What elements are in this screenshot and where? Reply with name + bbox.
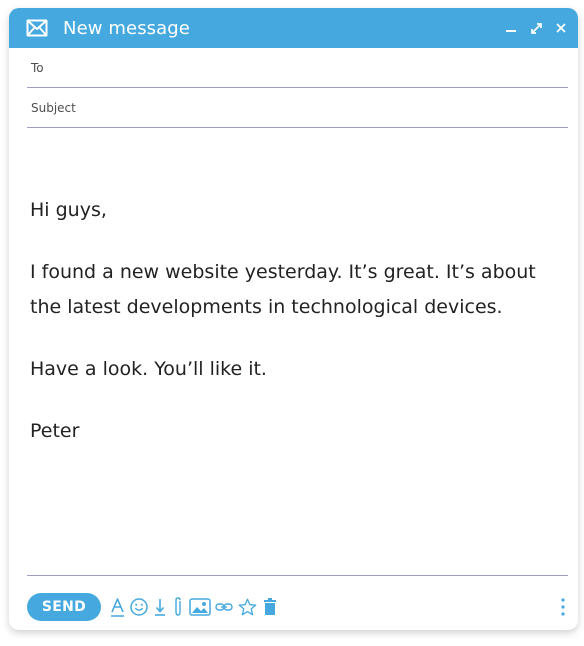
image-icon[interactable]	[189, 595, 211, 619]
message-signature: Peter	[30, 420, 80, 442]
close-icon[interactable]	[552, 19, 570, 37]
message-body[interactable]: Hi guys, I found a new website yesterday…	[30, 193, 560, 476]
to-label: To	[31, 60, 44, 75]
send-button[interactable]: SEND	[27, 593, 101, 621]
expand-icon[interactable]	[527, 19, 545, 37]
message-paragraph: I found a new website yesterday. It’s gr…	[30, 261, 536, 318]
bottom-divider	[27, 575, 568, 576]
window-controls	[502, 19, 570, 37]
subject-input[interactable]	[85, 91, 568, 124]
message-closing-line: Have a look. You’ll like it.	[30, 358, 267, 380]
trash-icon[interactable]	[262, 595, 278, 619]
star-icon[interactable]	[237, 595, 258, 619]
compose-window: New message To Subject Hi guys, I found …	[9, 8, 578, 630]
to-field: To	[27, 48, 568, 88]
window-title: New message	[63, 17, 190, 39]
to-input[interactable]	[53, 51, 568, 84]
message-greeting: Hi guys,	[30, 199, 107, 221]
paperclip-icon[interactable]	[171, 595, 185, 619]
subject-label: Subject	[31, 100, 76, 115]
minimize-icon[interactable]	[502, 19, 520, 37]
more-options-icon[interactable]	[556, 595, 570, 619]
mail-icon	[25, 16, 49, 40]
subject-field: Subject	[27, 88, 568, 128]
compose-toolbar: SEND	[27, 592, 570, 622]
emoji-icon[interactable]	[129, 595, 149, 619]
link-icon[interactable]	[215, 595, 233, 619]
attach-download-icon[interactable]	[153, 595, 167, 619]
format-text-icon[interactable]	[110, 595, 125, 619]
compose-titlebar: New message	[9, 8, 578, 48]
